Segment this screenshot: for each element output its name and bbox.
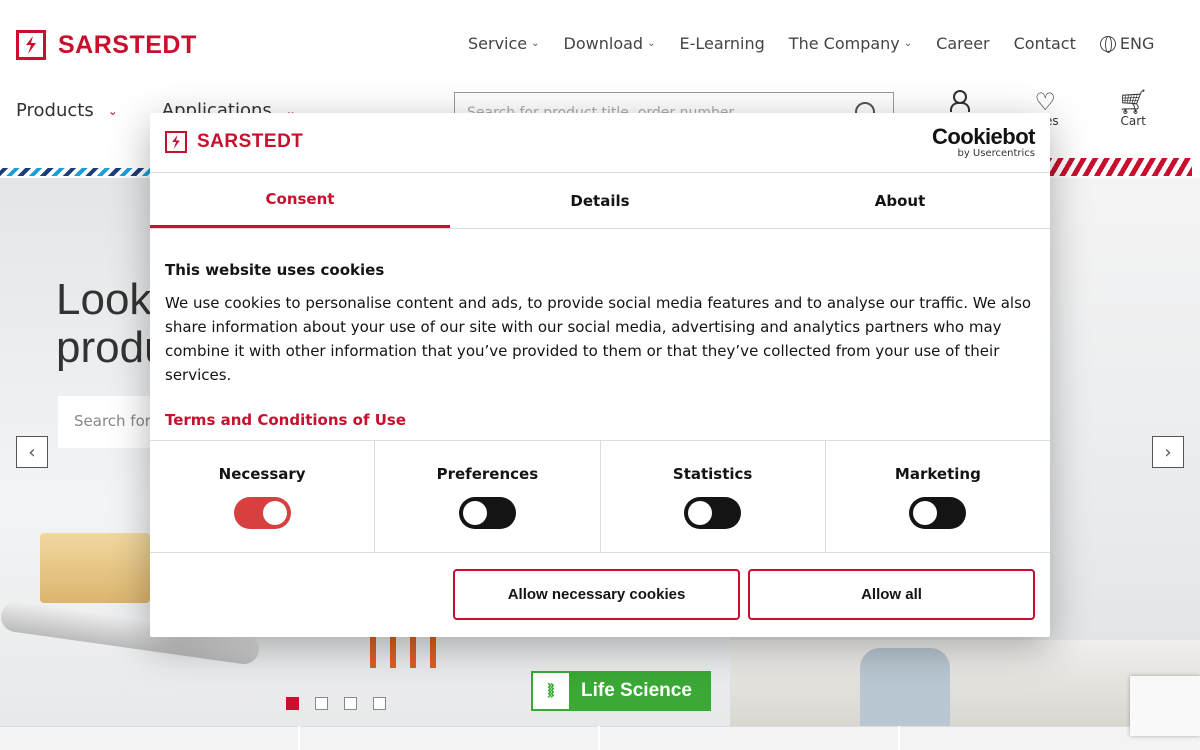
dialog-tabs: Consent Details About	[150, 173, 1050, 229]
tab-about[interactable]: About	[750, 173, 1050, 228]
nav-company-label: The Company	[788, 34, 900, 53]
bottom-bar	[0, 726, 1200, 750]
nav-download-label: Download	[563, 34, 644, 53]
toggle-necessary-group: Necessary	[150, 441, 376, 552]
cart-icon: 🛒︎	[1118, 88, 1149, 116]
user-icon	[950, 90, 970, 112]
tab-details-label: Details	[570, 191, 630, 210]
chevron-down-icon: ⌄	[647, 38, 656, 49]
cookie-consent-dialog: SARSTEDT Cookiebot by Usercentrics Conse…	[150, 113, 1050, 637]
carousel-prev-button[interactable]: ‹	[16, 436, 48, 468]
carousel-dot-4[interactable]	[373, 697, 386, 710]
dialog-header: SARSTEDT Cookiebot by Usercentrics	[150, 113, 1050, 173]
toggle-preferences-label: Preferences	[436, 465, 539, 483]
toggle-marketing-group: Marketing	[826, 441, 1050, 552]
nav-career-label: Career	[936, 34, 990, 53]
hero-search-placeholder: Search for	[74, 412, 151, 430]
dialog-actions: Allow necessary cookies Allow all	[150, 553, 1050, 636]
cookiebot-title: Cookiebot	[931, 124, 1036, 149]
chevron-left-icon: ‹	[28, 441, 36, 463]
carousel-dot-3[interactable]	[344, 697, 357, 710]
dna-icon: ⧚	[531, 671, 571, 711]
dialog-logo: SARSTEDT	[165, 131, 303, 153]
chair-image	[860, 648, 950, 728]
tab-consent[interactable]: Consent	[150, 173, 450, 228]
nav-products-label: Products	[16, 100, 94, 121]
nav-contact-label: Contact	[1013, 34, 1076, 53]
carousel-next-button[interactable]: ›	[1152, 436, 1184, 468]
nav-service[interactable]: Service ⌄	[468, 34, 540, 53]
nav-contact[interactable]: Contact	[1014, 34, 1076, 53]
bottom-separator	[898, 726, 900, 750]
page: SARSTEDT Service ⌄ Download ⌄ E-Learning T…	[0, 0, 1200, 750]
carousel-dot-1[interactable]	[286, 697, 299, 710]
toggle-marketing[interactable]	[909, 497, 967, 529]
nav-service-label: Service	[468, 34, 528, 53]
cart-button[interactable]: 🛒︎ Cart	[1118, 90, 1148, 128]
allow-necessary-button[interactable]: Allow necessary cookies	[453, 569, 740, 620]
toggle-statistics[interactable]	[684, 497, 742, 529]
logo-icon	[165, 131, 187, 153]
carousel-dots	[286, 697, 386, 710]
tab-about-label: About	[874, 191, 926, 210]
toggle-preferences[interactable]	[458, 497, 516, 529]
cookiebot-logo[interactable]: Cookiebot by Usercentrics	[931, 124, 1036, 160]
chevron-down-icon: ⌄	[531, 38, 540, 49]
recaptcha-badge[interactable]	[1130, 676, 1200, 736]
allow-all-button[interactable]: Allow all	[748, 569, 1035, 620]
language-label: ENG	[1119, 34, 1155, 53]
nav-elearning-label: E-Learning	[679, 34, 765, 53]
nav-download[interactable]: Download ⌄	[564, 34, 656, 53]
account-button[interactable]	[950, 90, 970, 112]
toggle-statistics-group: Statistics	[601, 441, 826, 552]
cart-label: Cart	[1120, 114, 1146, 128]
bottom-separator	[598, 726, 600, 750]
toggle-preferences-group: Preferences	[375, 441, 601, 552]
toggle-necessary[interactable]	[233, 497, 291, 529]
dialog-brand-name: SARSTEDT	[197, 131, 304, 152]
toggle-statistics-label: Statistics	[672, 465, 753, 483]
dialog-body: This website uses cookies We use cookies…	[150, 229, 1050, 441]
nav-company[interactable]: The Company ⌄	[789, 34, 912, 53]
carousel-dot-2[interactable]	[315, 697, 328, 710]
heart-icon: ♡	[1034, 88, 1057, 116]
bottom-separator	[298, 726, 300, 750]
consent-toggles: Necessary Preferences Statistics Marketi…	[150, 441, 1050, 553]
life-science-badge[interactable]: ⧚ Life Science	[531, 671, 711, 711]
logo-icon	[16, 30, 46, 60]
toggle-necessary-label: Necessary	[218, 465, 306, 483]
dialog-heading: This website uses cookies	[165, 261, 385, 279]
tab-consent-label: Consent	[265, 190, 335, 208]
dialog-text: We use cookies to personalise content an…	[165, 294, 1032, 384]
nav-career[interactable]: Career	[936, 34, 989, 53]
toggle-marketing-label: Marketing	[894, 465, 981, 483]
tip-rack-image	[40, 533, 150, 603]
top-navigation: Service ⌄ Download ⌄ E-Learning The Compan…	[468, 34, 1154, 53]
brand-logo[interactable]: SARSTEDT	[16, 30, 197, 60]
language-selector[interactable]: ENG	[1099, 34, 1155, 53]
brand-name: SARSTEDT	[58, 30, 197, 59]
terms-link[interactable]: Terms and Conditions of Use	[165, 411, 406, 429]
chevron-down-icon: ⌄	[107, 103, 118, 118]
chevron-right-icon: ›	[1164, 441, 1172, 463]
globe-icon	[1099, 35, 1116, 53]
cookiebot-subtitle: by Usercentrics	[957, 148, 1035, 159]
nav-products[interactable]: Products ⌄	[16, 100, 118, 121]
chevron-down-icon: ⌄	[903, 38, 913, 49]
life-science-label: Life Science	[581, 680, 692, 701]
nav-elearning[interactable]: E-Learning	[679, 34, 764, 53]
tab-details[interactable]: Details	[450, 173, 750, 228]
